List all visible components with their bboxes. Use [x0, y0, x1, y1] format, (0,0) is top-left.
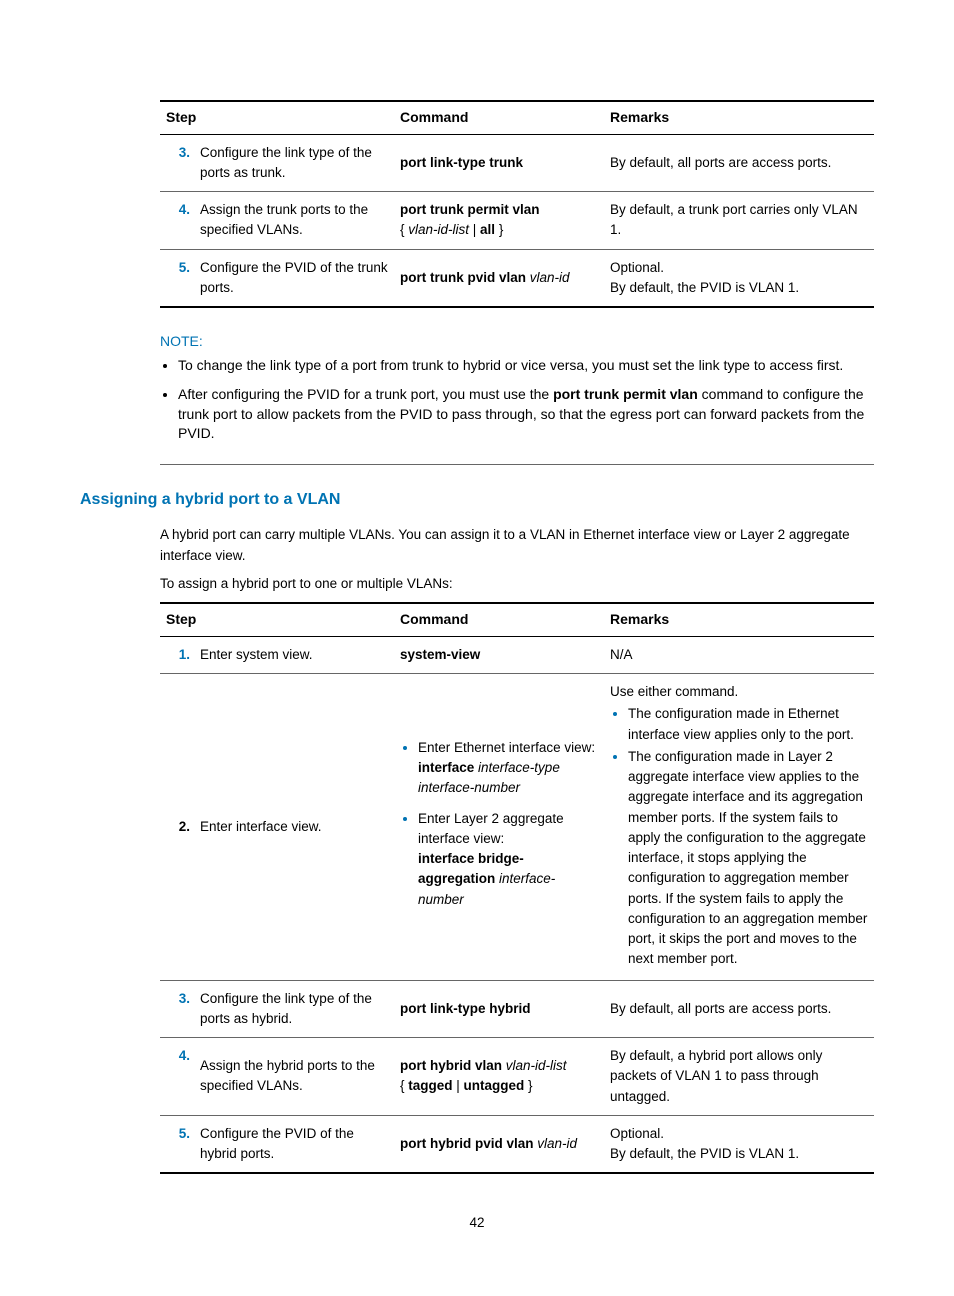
table-2-header-row: Step Command Remarks	[160, 603, 874, 636]
table-row: 5. Configure the PVID of the hybrid port…	[160, 1115, 874, 1173]
step-description: Assign the hybrid ports to the specified…	[194, 1038, 394, 1116]
command-cell: port link-type hybrid	[394, 980, 604, 1038]
step-description: Configure the link type of the ports as …	[194, 980, 394, 1038]
remarks-bullet: The configuration made in Ethernet inter…	[628, 704, 868, 745]
th-command: Command	[394, 101, 604, 134]
table-1: Step Command Remarks 3. Configure the li…	[160, 100, 874, 308]
command-cell: port trunk pvid vlan vlan-id	[394, 249, 604, 307]
step-number: 4.	[160, 192, 194, 250]
sep: |	[469, 222, 480, 237]
note-text-bold: port trunk permit vlan	[553, 386, 698, 402]
table-row: 1. Enter system view. system-view N/A	[160, 636, 874, 673]
command-arg: vlan-id-list	[506, 1058, 567, 1073]
command-cell: port trunk permit vlan { vlan-id-list | …	[394, 192, 604, 250]
remarks-cell: By default, all ports are access ports.	[604, 980, 874, 1038]
command-cell: port hybrid pvid vlan vlan-id	[394, 1115, 604, 1173]
step-description: Enter system view.	[194, 636, 394, 673]
step-number: 5.	[160, 249, 194, 307]
command-text: port hybrid pvid vlan	[400, 1136, 537, 1151]
table-row: 4. Assign the hybrid ports to the specif…	[160, 1038, 874, 1116]
command-cell: Enter Ethernet interface view: interface…	[394, 674, 604, 981]
th-step: Step	[160, 101, 394, 134]
remarks-line1: Optional.	[610, 260, 664, 275]
section-heading: Assigning a hybrid port to a VLAN	[80, 489, 874, 511]
step-description: Assign the trunk ports to the specified …	[194, 192, 394, 250]
note-list: To change the link type of a port from t…	[160, 356, 874, 444]
step-number: 2.	[160, 674, 194, 981]
command-intro: Enter Ethernet interface view:	[418, 740, 595, 755]
step-number: 4.	[160, 1038, 194, 1116]
remarks-cell: By default, all ports are access ports.	[604, 134, 874, 192]
remarks-line2: By default, the PVID is VLAN 1.	[610, 280, 799, 295]
remarks-cell: By default, a hybrid port allows only pa…	[604, 1038, 874, 1116]
command-cell: port hybrid vlan vlan-id-list { tagged |…	[394, 1038, 604, 1116]
remarks-line1: Optional.	[610, 1126, 664, 1141]
command-text: port link-type hybrid	[400, 1001, 531, 1016]
command-text: interface	[418, 760, 474, 775]
note-text-pre: After configuring the PVID for a trunk p…	[178, 386, 553, 402]
remarks-cell: N/A	[604, 636, 874, 673]
page-number: 42	[80, 1214, 874, 1233]
note-box: NOTE: To change the link type of a port …	[160, 326, 874, 465]
step-number: 5.	[160, 1115, 194, 1173]
step-description: Configure the link type of the ports as …	[194, 134, 394, 192]
note-item: To change the link type of a port from t…	[178, 356, 874, 376]
th-remarks: Remarks	[604, 101, 874, 134]
command-text: port trunk pvid vlan	[400, 270, 530, 285]
brace-close: }	[495, 222, 503, 237]
th-command: Command	[394, 603, 604, 636]
command-list-item: Enter Ethernet interface view: interface…	[418, 738, 598, 799]
step-description: Configure the PVID of the trunk ports.	[194, 249, 394, 307]
page-content: Step Command Remarks 3. Configure the li…	[0, 0, 954, 1273]
command-intro: Enter Layer 2 aggregate interface view:	[418, 811, 564, 846]
paragraph: A hybrid port can carry multiple VLANs. …	[160, 525, 874, 566]
command-untagged: untagged	[464, 1078, 525, 1093]
remarks-cell: Optional. By default, the PVID is VLAN 1…	[604, 249, 874, 307]
command-cell: port link-type trunk	[394, 134, 604, 192]
remarks-intro: Use either command.	[610, 682, 868, 702]
step-description: Configure the PVID of the hybrid ports.	[194, 1115, 394, 1173]
step-number: 1.	[160, 636, 194, 673]
table-row: 3. Configure the link type of the ports …	[160, 980, 874, 1038]
th-remarks: Remarks	[604, 603, 874, 636]
step-number: 3.	[160, 134, 194, 192]
command-tagged: tagged	[408, 1078, 452, 1093]
step-description: Enter interface view.	[194, 674, 394, 981]
table-2: Step Command Remarks 1. Enter system vie…	[160, 602, 874, 1174]
th-step: Step	[160, 603, 394, 636]
table-row: 2. Enter interface view. Enter Ethernet …	[160, 674, 874, 981]
paragraph: To assign a hybrid port to one or multip…	[160, 574, 874, 594]
command-text: port link-type trunk	[400, 155, 523, 170]
remarks-bullet: The configuration made in Layer 2 aggreg…	[628, 747, 868, 970]
remarks-cell: Optional. By default, the PVID is VLAN 1…	[604, 1115, 874, 1173]
table-1-header-row: Step Command Remarks	[160, 101, 874, 134]
remarks-line2: By default, the PVID is VLAN 1.	[610, 1146, 799, 1161]
command-text: system-view	[400, 647, 480, 662]
sep: |	[453, 1078, 464, 1093]
command-list-item: Enter Layer 2 aggregate interface view: …	[418, 809, 598, 910]
table-row: 5. Configure the PVID of the trunk ports…	[160, 249, 874, 307]
brace-close: }	[524, 1078, 532, 1093]
note-item: After configuring the PVID for a trunk p…	[178, 385, 874, 444]
remarks-cell: By default, a trunk port carries only VL…	[604, 192, 874, 250]
command-cell: system-view	[394, 636, 604, 673]
command-arg: vlan-id-list	[408, 222, 469, 237]
command-arg: vlan-id	[530, 270, 570, 285]
table-row: 3. Configure the link type of the ports …	[160, 134, 874, 192]
command-text: port hybrid vlan	[400, 1058, 506, 1073]
note-title: NOTE:	[160, 332, 874, 352]
command-text: port trunk permit vlan	[400, 202, 540, 217]
table-row: 4. Assign the trunk ports to the specifi…	[160, 192, 874, 250]
remarks-cell: Use either command. The configuration ma…	[604, 674, 874, 981]
command-all: all	[480, 222, 495, 237]
command-arg: vlan-id	[537, 1136, 577, 1151]
step-number: 3.	[160, 980, 194, 1038]
